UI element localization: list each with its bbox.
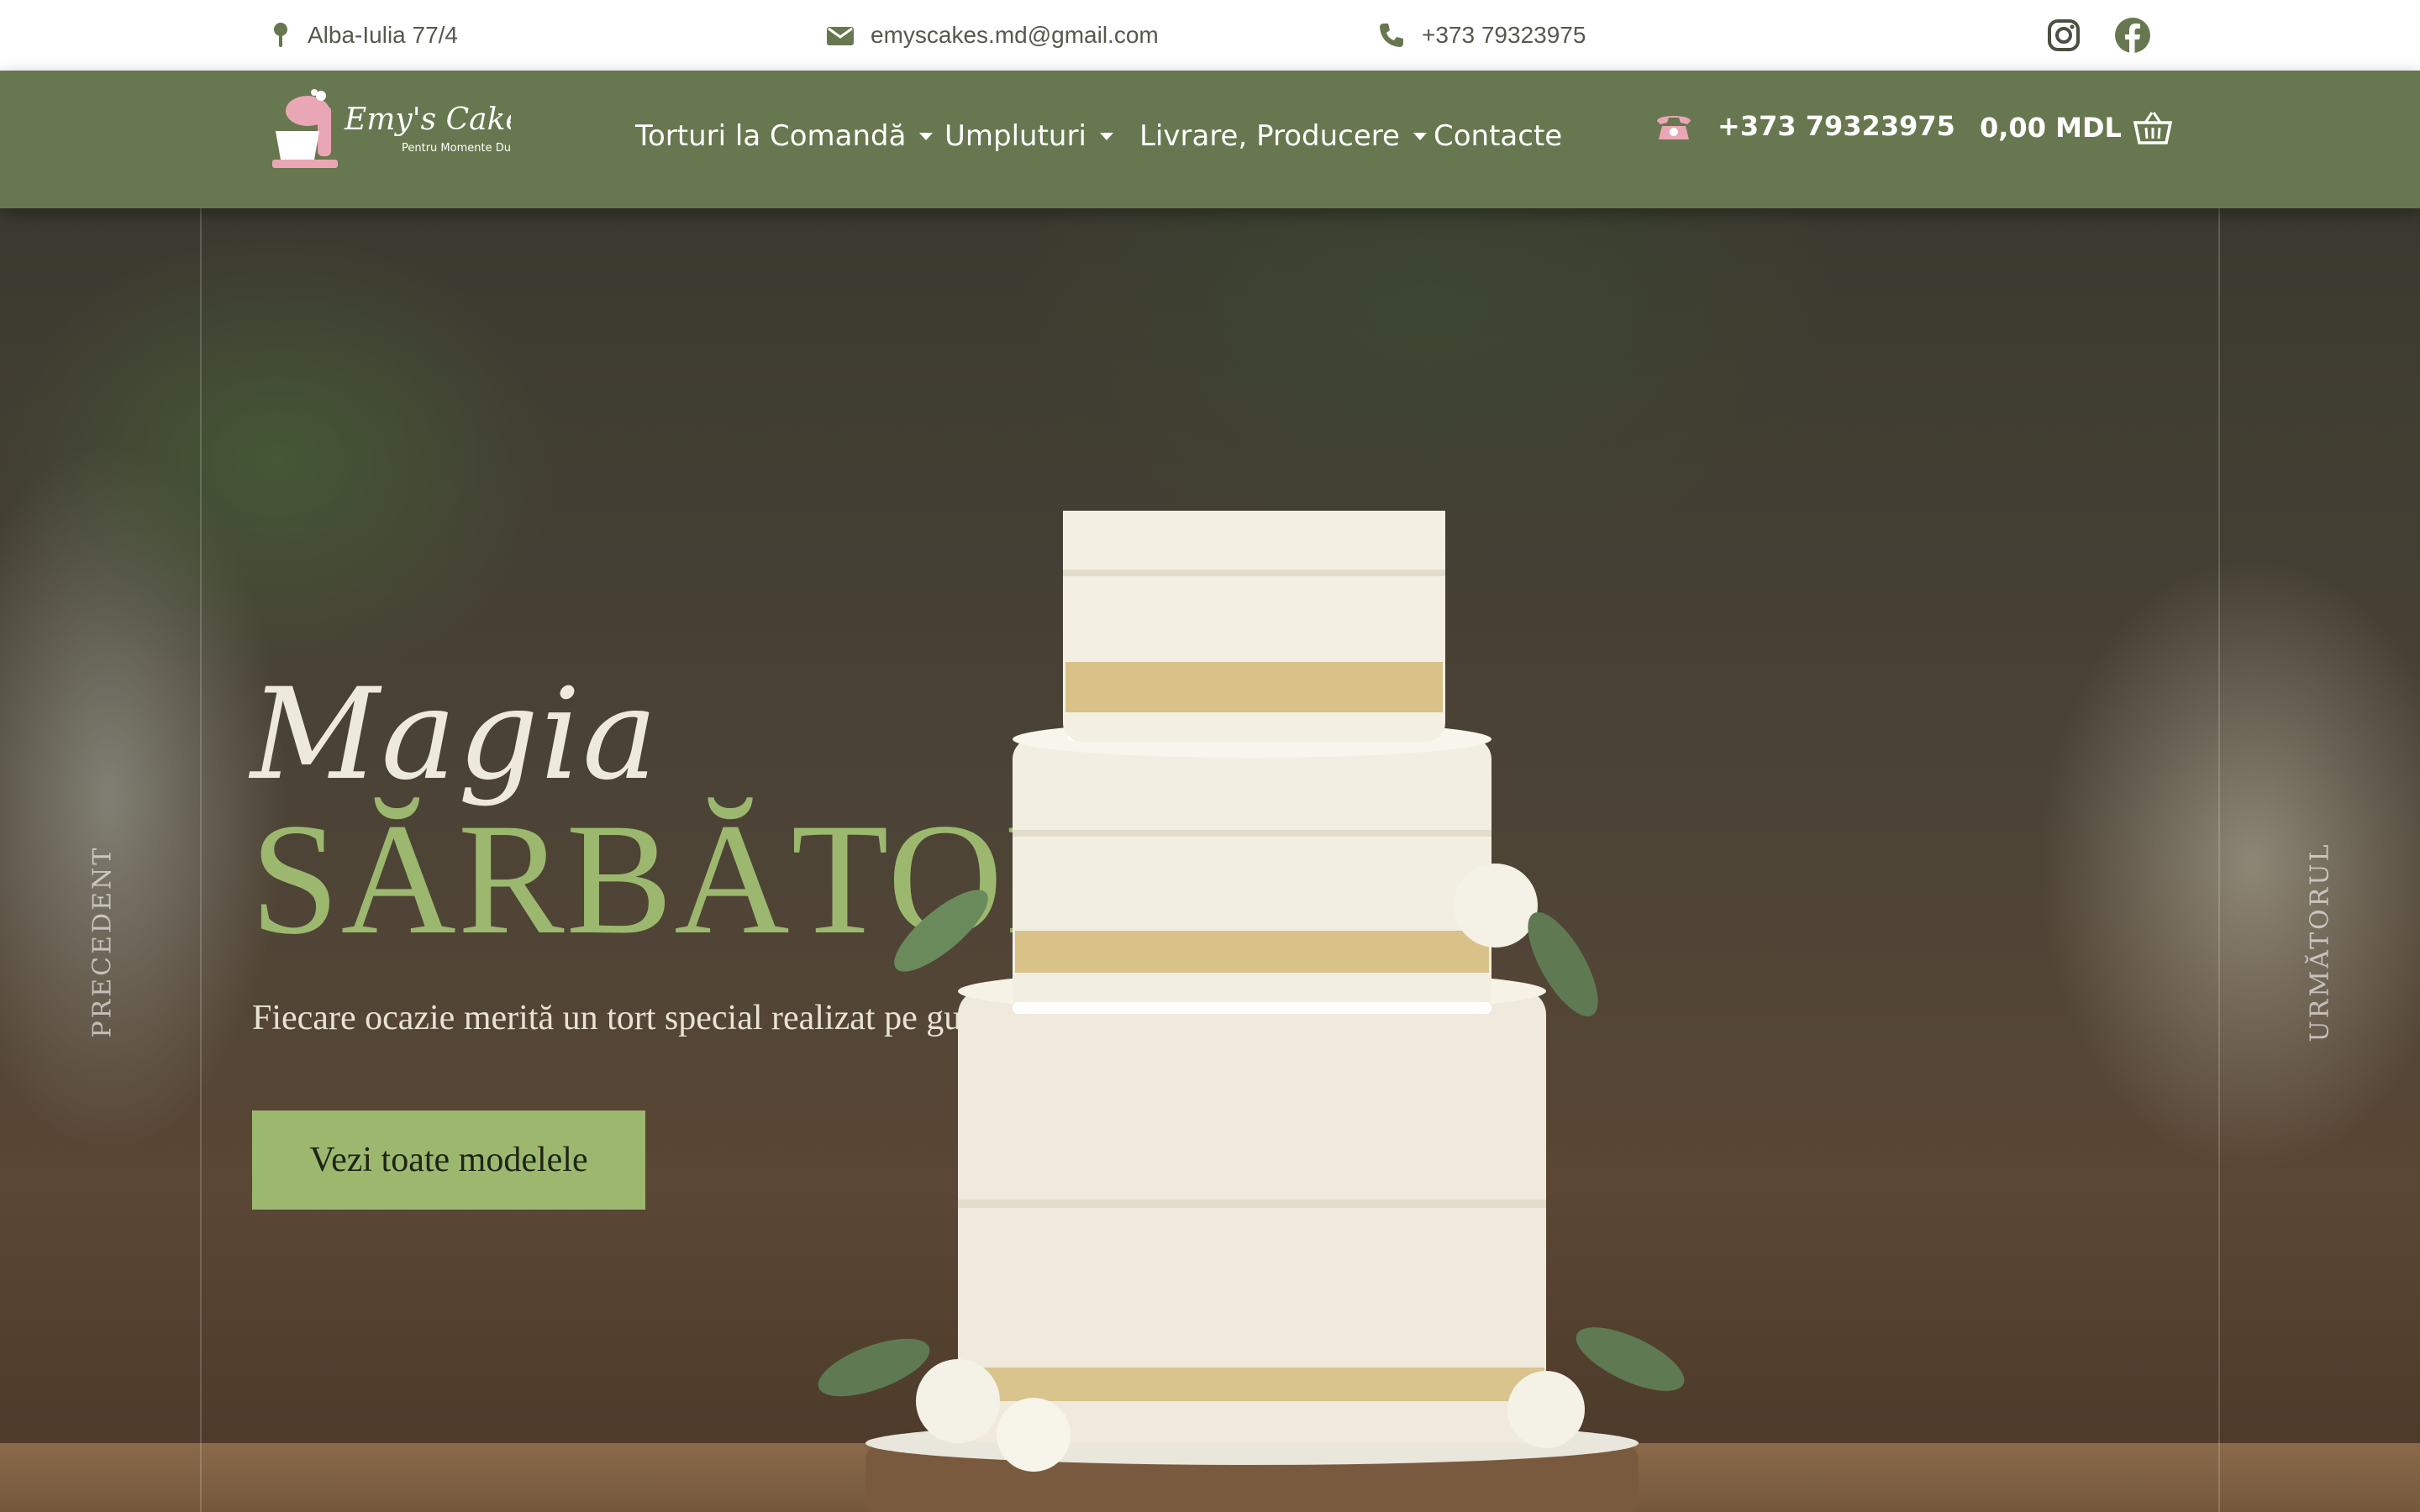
nav-livrare-producere[interactable]: Livrare, Producere [1139,111,1427,161]
email-text: emyscakes.md@gmail.com [871,22,1159,48]
nav-contacte[interactable]: Contacte [1434,111,1562,161]
basket-icon [2133,112,2172,144]
address-item[interactable]: Alba-Iulia 77/4 [271,0,458,71]
hero-script-title: Magia [250,662,660,808]
email-item[interactable]: emyscakes.md@gmail.com [827,0,1159,71]
nav-label: Torturi la Comandă [635,119,907,153]
caret-down-icon [1099,132,1113,140]
nav-umpluturi[interactable]: Umpluturi [944,111,1113,161]
instagram-icon[interactable] [2044,15,2084,55]
divider-line [200,208,202,1512]
envelope-icon [827,27,854,45]
header-phone[interactable]: +373 79323975 [1654,109,1955,143]
caret-down-icon [1413,132,1427,140]
logo[interactable]: Emy's Cakes Pentru Momente Dulci [267,86,539,173]
prev-slide-button[interactable]: PRECEDENT [88,846,118,1038]
phone-icon [1380,24,1403,47]
wedding-cake-image [818,511,1685,1512]
phone-item[interactable]: +373 79323975 [1378,0,1586,71]
cart-total: 0,00 MDL [1980,112,2122,144]
nav-label: Livrare, Producere [1139,119,1400,153]
nav-label: Umpluturi [944,119,1086,153]
nav-torturi-la-comanda[interactable]: Torturi la Comandă [635,111,934,161]
facebook-icon[interactable] [2112,15,2153,55]
phone-text: +373 79323975 [1422,22,1586,48]
map-pin-icon [274,23,287,47]
top-info-bar: Alba-Iulia 77/4 emyscakes.md@gmail.com +… [0,0,2420,71]
hero-slider: PRECEDENT URMĂTORUL Magia SĂRBĂTORII Fie… [0,208,2420,1512]
retro-telephone-icon [1657,116,1691,139]
cart-button[interactable]: 0,00 MDL [1980,111,2172,144]
nav-label: Contacte [1434,119,1563,153]
stand-mixer-icon [272,89,338,168]
main-navbar: Emy's Cakes Pentru Momente Dulci Torturi… [0,71,2420,208]
view-all-models-button[interactable]: Vezi toate modelele [252,1110,645,1210]
divider-line [2218,208,2220,1512]
next-slide-button[interactable]: URMĂTORUL [2306,842,2335,1042]
caret-down-icon [919,132,934,140]
logo-title: Emy's Cakes [344,102,511,137]
header-phone-text: +373 79323975 [1718,110,1955,142]
address-text: Alba-Iulia 77/4 [308,22,459,48]
logo-tagline: Pentru Momente Dulci [402,142,511,155]
